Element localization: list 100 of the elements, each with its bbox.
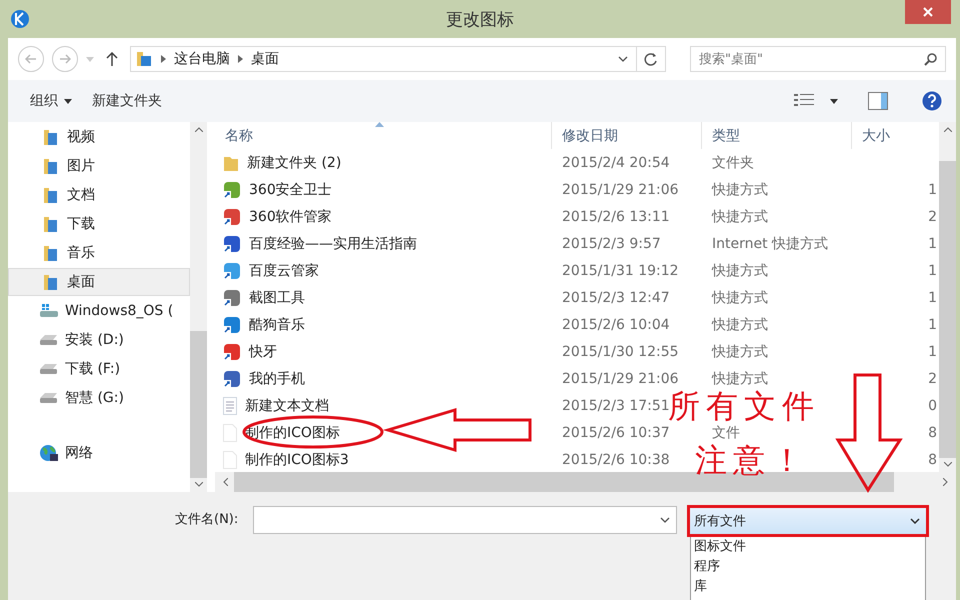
date-cell: 2015/1/29 21:06 [562, 182, 679, 198]
drive-icon [39, 363, 59, 375]
file-name[interactable]: 截图工具 [249, 288, 305, 306]
drive-icon [39, 303, 59, 319]
type-cell: 快捷方式 [712, 288, 768, 306]
type-cell: 快捷方式 [712, 316, 768, 334]
file-name[interactable]: 360安全卫士 [249, 180, 332, 198]
scroll-down-icon[interactable] [194, 482, 202, 487]
view-caret-icon[interactable] [830, 98, 838, 104]
file-name[interactable]: 360软件管家 [249, 208, 332, 226]
size-cell: 2 [928, 208, 937, 224]
back-arrow-icon [25, 54, 37, 64]
folder-icon [43, 244, 59, 262]
dropdown-option[interactable]: 图标文件 [691, 537, 925, 557]
date-cell: 2015/2/4 20:54 [562, 154, 670, 170]
date-cell: 2015/2/6 10:04 [562, 316, 670, 332]
sidebar-item[interactable]: 下载 (F:) [8, 355, 190, 383]
search-icon [924, 53, 937, 66]
column-header[interactable]: 大小 [852, 122, 939, 149]
size-cell: 0 [928, 398, 937, 414]
view-list-icon[interactable] [794, 93, 814, 109]
chevron-down-icon[interactable] [618, 56, 628, 62]
breadcrumb[interactable]: 这台电脑 [174, 50, 230, 68]
breadcrumb[interactable]: 桌面 [251, 50, 279, 68]
globe-icon [39, 444, 59, 462]
size-cell: 1 [928, 290, 937, 306]
scroll-down-icon[interactable] [944, 462, 952, 467]
scrollbar[interactable] [190, 122, 207, 492]
size-cell: 8 [928, 452, 937, 468]
sidebar-item[interactable]: 音乐 [8, 239, 190, 267]
file-name[interactable]: 百度经验——实用生活指南 [249, 234, 417, 252]
scrollbar[interactable] [939, 122, 956, 472]
file-name[interactable]: 酷狗音乐 [249, 316, 305, 334]
forward-arrow-icon [59, 54, 71, 64]
date-cell: 2015/2/6 13:11 [562, 208, 670, 224]
scroll-up-icon[interactable] [944, 127, 952, 132]
scroll-right-icon[interactable] [943, 478, 948, 486]
dropdown-option[interactable]: 程序 [691, 557, 925, 577]
size-cell: 1 [928, 262, 937, 278]
type-cell: 快捷方式 [712, 208, 768, 226]
address-bar[interactable]: 这台电脑 桌面 [130, 46, 666, 72]
size-cell: 1 [928, 236, 937, 252]
file-name[interactable]: 制作的ICO图标3 [245, 450, 349, 468]
size-cell: 8 [928, 424, 937, 440]
organize-button[interactable]: 组织 [28, 92, 74, 110]
drive-icon [39, 334, 59, 346]
annotation-text: 注意！ [695, 444, 809, 476]
preview-pane-icon[interactable] [868, 92, 888, 110]
scroll-up-icon[interactable] [194, 127, 202, 132]
file-name[interactable]: 新建文件夹 (2) [247, 154, 342, 172]
help-icon[interactable] [922, 91, 942, 111]
folder-icon [43, 273, 59, 291]
chevron-down-icon[interactable] [660, 517, 670, 523]
column-header[interactable]: 修改日期 [552, 122, 702, 149]
type-cell: 文件 [712, 424, 740, 442]
breadcrumb-separator-icon [161, 55, 166, 63]
close-button[interactable] [905, 0, 951, 24]
folder-icon [43, 215, 59, 233]
dropdown-option[interactable]: 库 [691, 577, 925, 597]
sidebar-item[interactable]: Windows8_OS ( [8, 297, 190, 325]
type-cell: 快捷方式 [712, 180, 768, 198]
annotation-text: 所有文件 [668, 390, 820, 422]
date-cell: 2015/2/3 12:47 [562, 290, 670, 306]
type-cell: 快捷方式 [712, 262, 768, 280]
scroll-left-icon[interactable] [223, 478, 228, 486]
date-cell: 2015/2/6 10:37 [562, 424, 670, 440]
sidebar-item[interactable]: 视频 [8, 123, 190, 151]
sidebar-item[interactable]: 智慧 (G:) [8, 384, 190, 412]
type-cell: Internet 快捷方式 [712, 234, 828, 252]
size-cell: 1 [928, 182, 937, 198]
date-cell: 2015/2/3 9:57 [562, 236, 661, 252]
size-cell: 1 [928, 344, 937, 360]
breadcrumb-separator-icon [238, 55, 243, 63]
search-field[interactable]: 搜索"桌面" [690, 46, 946, 72]
date-cell: 2015/1/29 21:06 [562, 370, 679, 386]
sidebar-item[interactable]: 网络 [8, 439, 190, 467]
filename-field[interactable] [253, 506, 677, 534]
caret-icon [64, 98, 72, 104]
date-cell: 2015/2/3 17:51 [562, 398, 670, 414]
sidebar-item[interactable]: 桌面 [8, 268, 190, 296]
sidebar-item[interactable]: 下载 [8, 210, 190, 238]
refresh-icon [644, 51, 658, 67]
file-name[interactable]: 快牙 [249, 342, 277, 360]
type-cell: 快捷方式 [712, 370, 768, 388]
sidebar-item[interactable]: 图片 [8, 152, 190, 180]
folder-icon [43, 186, 59, 204]
size-cell: 1 [928, 316, 937, 332]
sidebar-item[interactable]: 安装 (D:) [8, 326, 190, 354]
file-name[interactable]: 新建文本文档 [245, 396, 329, 414]
file-name[interactable]: 百度云管家 [249, 262, 319, 280]
column-header[interactable]: 类型 [702, 122, 852, 149]
size-cell: 2 [928, 370, 937, 386]
type-cell: 文件夹 [712, 154, 754, 172]
up-arrow-icon[interactable] [106, 52, 118, 66]
folder-icon [135, 50, 153, 68]
chevron-down-icon [910, 518, 920, 524]
file-name[interactable]: 我的手机 [249, 370, 305, 388]
sidebar-item[interactable]: 文档 [8, 181, 190, 209]
file-type-dropdown[interactable]: 所有文件 [687, 505, 929, 537]
new-folder-button[interactable]: 新建文件夹 [90, 92, 164, 110]
